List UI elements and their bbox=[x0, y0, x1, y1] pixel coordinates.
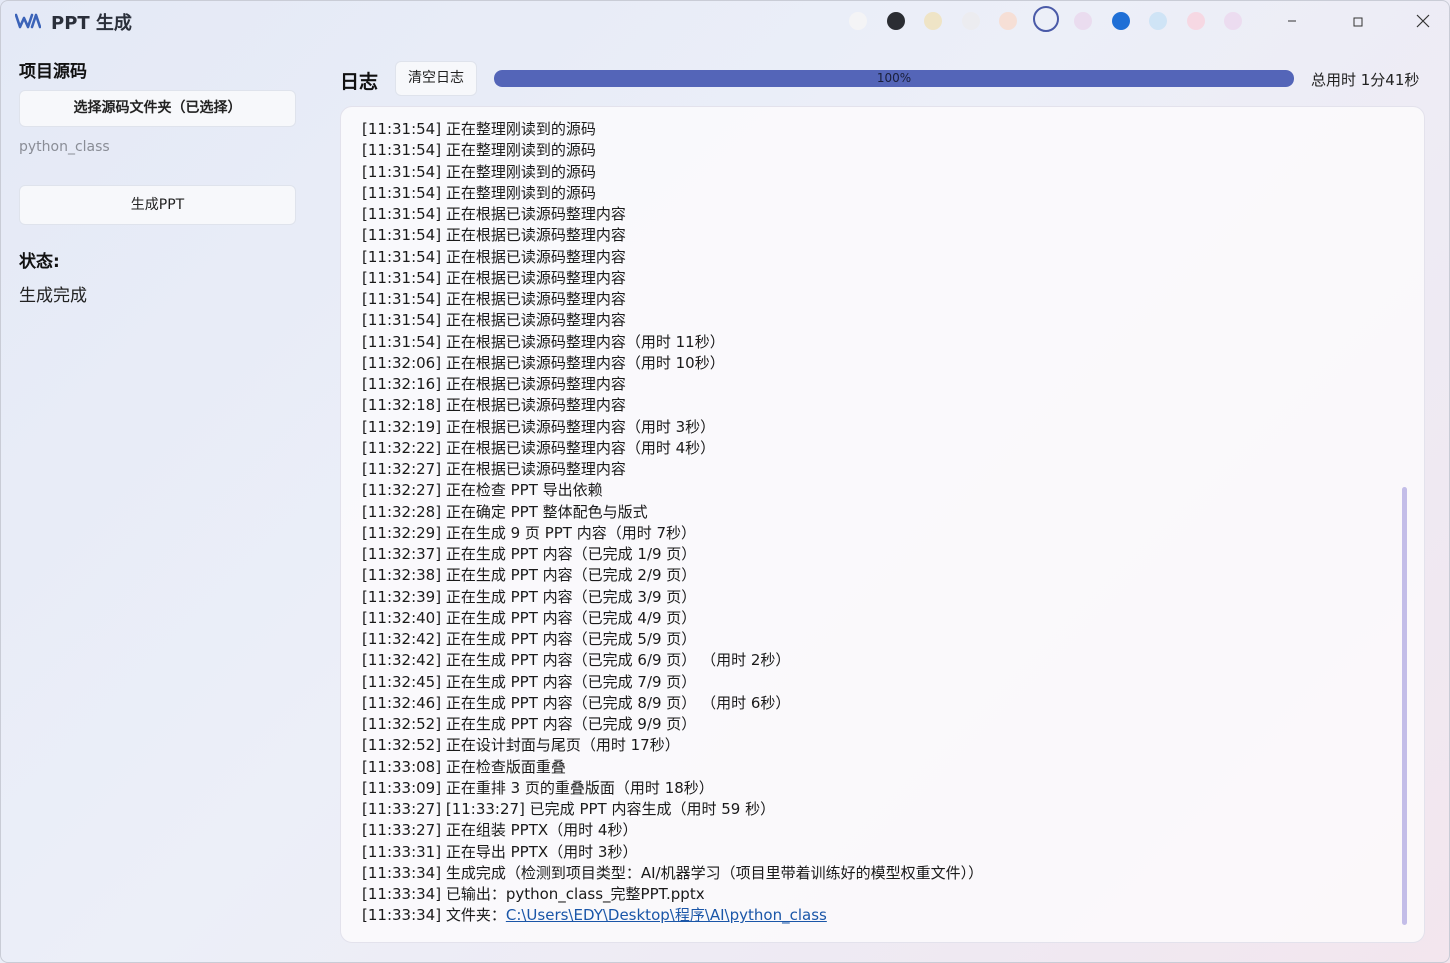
swatch-lilac[interactable] bbox=[1074, 12, 1092, 30]
log-line: [11:32:38] 正在生成 PPT 内容（已完成 2/9 页） bbox=[362, 566, 697, 585]
log-line: [11:32:16] 正在根据已读源码整理内容 bbox=[362, 375, 626, 393]
log-line: [11:32:52] 正在设计封面与尾页（用时 17秒） bbox=[362, 736, 680, 755]
log-line: [11:31:54] 正在整理刚读到的源码 bbox=[362, 120, 596, 138]
generate-ppt-button[interactable]: 生成PPT bbox=[19, 185, 296, 225]
log-line-folder: [11:33:34] 文件夹：C:\Users\EDY\Desktop\程序\A… bbox=[362, 905, 1392, 926]
log-line: [11:33:31] 正在导出 PPTX（用时 3秒） bbox=[362, 842, 638, 861]
selected-folder-name: python_class bbox=[19, 139, 110, 155]
log-scrollbar[interactable] bbox=[1402, 487, 1407, 925]
log-line: [11:32:39] 正在生成 PPT 内容（已完成 3/9 页） bbox=[362, 587, 697, 606]
log-line: [11:31:54] 正在整理刚读到的源码 bbox=[362, 162, 596, 181]
total-elapsed-time: 总用时 1分41秒 bbox=[1311, 71, 1420, 89]
log-line: [11:31:54] 正在整理刚读到的源码 bbox=[362, 183, 596, 202]
close-button[interactable] bbox=[1400, 7, 1446, 35]
log-line: [11:33:34] 生成完成（检测到项目类型：AI/机器学习（项目里带着训练好… bbox=[362, 863, 984, 882]
log-line: [11:33:27] [11:33:27] 已完成 PPT 内容生成（用时 59… bbox=[362, 800, 776, 818]
status-heading: 状态: bbox=[19, 252, 60, 272]
swatch-black[interactable] bbox=[886, 12, 905, 30]
maximize-button[interactable] bbox=[1335, 7, 1381, 35]
swatch-white[interactable] bbox=[849, 12, 867, 30]
log-line: [11:32:22] 正在根据已读源码整理内容（用时 4秒） bbox=[362, 438, 716, 457]
log-panel[interactable]: [11:31:54] 正在整理刚读到的源码 [11:31:54] 正在整理刚读到的… bbox=[340, 106, 1425, 943]
log-line: [11:32:42] 正在生成 PPT 内容（已完成 5/9 页） bbox=[362, 630, 697, 648]
log-line: [11:32:28] 正在确定 PPT 整体配色与版式 bbox=[362, 502, 648, 521]
log-heading: 日志 bbox=[340, 71, 379, 93]
log-line: [11:31:54] 正在根据已读源码整理内容 bbox=[362, 226, 626, 245]
status-value: 生成完成 bbox=[19, 286, 87, 306]
swatch-pink[interactable] bbox=[1186, 12, 1205, 30]
log-line: [11:32:29] 正在生成 9 页 PPT 内容（用时 7秒） bbox=[362, 523, 697, 542]
log-line: [11:32:37] 正在生成 PPT 内容（已完成 1/9 页） bbox=[362, 545, 697, 563]
log-line: [11:32:18] 正在根据已读源码整理内容 bbox=[362, 396, 626, 415]
log-line: [11:32:42] 正在生成 PPT 内容（已完成 6/9 页） （用时 2秒… bbox=[362, 651, 791, 670]
swatch-blue[interactable] bbox=[1111, 12, 1130, 30]
log-line: [11:33:09] 正在重排 3 页的重叠版面（用时 18秒） bbox=[362, 778, 714, 797]
log-line: [11:31:54] 正在根据已读源码整理内容（用时 11秒） bbox=[362, 332, 725, 351]
log-line: [11:32:06] 正在根据已读源码整理内容（用时 10秒） bbox=[362, 353, 725, 372]
log-line: [11:32:27] 正在检查 PPT 导出依赖 bbox=[362, 481, 603, 500]
log-line: [11:32:40] 正在生成 PPT 内容（已完成 4/9 页） bbox=[362, 608, 697, 627]
progress-bar: 100% bbox=[494, 70, 1294, 87]
swatch-cream[interactable] bbox=[924, 12, 942, 30]
title-bar: PPT 生成 bbox=[1, 1, 1449, 41]
log-line: [11:33:27] 正在组装 PPTX（用时 4秒） bbox=[362, 821, 638, 840]
minimize-button[interactable] bbox=[1269, 7, 1315, 35]
swatch-selected-ring[interactable] bbox=[1032, 6, 1059, 32]
app-window: PPT 生成 项目源码 选择源码文件夹（已选择） python_class 生成… bbox=[0, 0, 1450, 963]
log-line: [11:32:19] 正在根据已读源码整理内容（用时 3秒） bbox=[362, 417, 716, 436]
log-line: [11:31:54] 正在根据已读源码整理内容 bbox=[362, 311, 626, 330]
log-line: [11:32:46] 正在生成 PPT 内容（已完成 8/9 页） （用时 6秒… bbox=[362, 693, 791, 712]
swatch-sky[interactable] bbox=[1149, 12, 1167, 30]
progress-label: 100% bbox=[876, 71, 912, 85]
window-title: PPT 生成 bbox=[51, 13, 132, 34]
clear-log-button[interactable]: 清空日志 bbox=[395, 61, 477, 96]
log-line: [11:31:54] 正在根据已读源码整理内容 bbox=[362, 247, 626, 266]
log-line: [11:32:45] 正在生成 PPT 内容（已完成 7/9 页） bbox=[362, 672, 697, 691]
maximize-icon bbox=[1353, 17, 1363, 27]
log-line: [11:33:34] 已输出：python_class_完整PPT.pptx bbox=[362, 885, 705, 903]
swatch-peach[interactable] bbox=[999, 12, 1017, 30]
minimize-icon bbox=[1288, 20, 1296, 22]
close-icon bbox=[1416, 14, 1430, 28]
log-line: [11:31:54] 正在根据已读源码整理内容 bbox=[362, 268, 626, 287]
swatch-light-gray[interactable] bbox=[961, 12, 980, 30]
log-line: [11:32:52] 正在生成 PPT 内容（已完成 9/9 页） bbox=[362, 715, 697, 733]
log-list: [11:31:54] 正在整理刚读到的源码 [11:31:54] 正在整理刚读到的… bbox=[362, 119, 1392, 927]
output-folder-link[interactable]: C:\Users\EDY\Desktop\程序\AI\python_class bbox=[506, 906, 827, 924]
sidebar: 项目源码 选择源码文件夹（已选择） python_class 生成PPT 状态:… bbox=[1, 41, 313, 962]
log-line: [11:31:54] 正在整理刚读到的源码 bbox=[362, 141, 596, 160]
log-line: [11:31:54] 正在根据已读源码整理内容 bbox=[362, 205, 626, 223]
log-line: [11:33:08] 正在检查版面重叠 bbox=[362, 757, 566, 776]
swatch-lavender[interactable] bbox=[1224, 12, 1242, 30]
select-folder-button[interactable]: 选择源码文件夹（已选择） bbox=[19, 90, 296, 127]
log-line: [11:32:27] 正在根据已读源码整理内容 bbox=[362, 460, 626, 478]
folder-line-prefix: [11:33:34] 文件夹： bbox=[362, 906, 506, 925]
project-source-heading: 项目源码 bbox=[19, 62, 87, 82]
app-logo-icon bbox=[14, 11, 42, 31]
log-line: [11:31:54] 正在根据已读源码整理内容 bbox=[362, 290, 626, 308]
